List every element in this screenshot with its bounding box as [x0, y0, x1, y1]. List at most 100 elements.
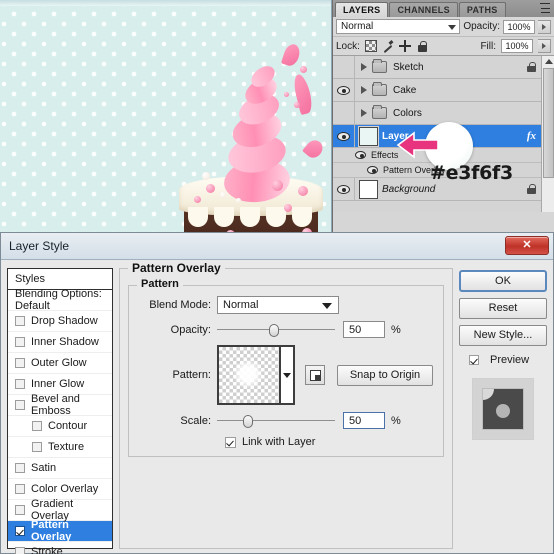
pattern-picker-dropdown[interactable] [281, 345, 295, 405]
new-pattern-preset-button[interactable] [305, 365, 325, 385]
link-with-layer-row[interactable]: Link with Layer [225, 436, 433, 448]
style-item-stroke[interactable]: Stroke [8, 542, 112, 554]
dialog-titlebar[interactable]: Layer Style ✕ [1, 233, 553, 260]
folder-icon [372, 59, 387, 73]
style-checkbox[interactable] [15, 484, 25, 494]
close-button[interactable]: ✕ [505, 236, 549, 255]
style-checkbox[interactable] [15, 463, 25, 473]
style-checkbox[interactable] [15, 547, 25, 554]
layer-name: Background [382, 183, 436, 195]
opacity-stepper[interactable] [538, 19, 551, 34]
style-item-blending-options[interactable]: Blending Options: Default [8, 288, 112, 312]
layer-row[interactable]: Cake [333, 79, 554, 102]
blend-mode-select[interactable]: Normal [336, 19, 461, 34]
style-item-drop-shadow[interactable]: Drop Shadow [8, 311, 112, 332]
preview-row[interactable]: Preview [459, 354, 547, 366]
tab-layers[interactable]: LAYERS [335, 2, 389, 17]
reset-button[interactable]: Reset [459, 298, 547, 319]
style-item-pattern-overlay[interactable]: Pattern Overlay [8, 519, 112, 543]
style-checkbox[interactable] [32, 421, 42, 431]
lock-all-icon[interactable] [416, 40, 428, 52]
style-item-bevel-and-emboss[interactable]: Bevel and Emboss [8, 393, 112, 417]
frosting-splash [280, 42, 303, 68]
style-checkbox[interactable] [15, 505, 25, 515]
style-item-texture[interactable]: Texture [8, 437, 112, 458]
fill-label: Fill: [480, 40, 496, 52]
layer-row[interactable]: Sketch [333, 56, 554, 79]
opacity-slider[interactable] [217, 323, 335, 337]
decor-dot [220, 192, 226, 198]
chevron-right-icon[interactable] [361, 109, 367, 117]
panel-menu-icon[interactable] [538, 3, 550, 13]
styles-list[interactable]: Styles Blending Options: Default Drop Sh… [7, 268, 113, 554]
style-checkbox[interactable] [15, 358, 25, 368]
document-canvas[interactable] [0, 0, 332, 232]
blend-mode-row: Normal Opacity: 100% [333, 17, 554, 37]
layer-thumbnail[interactable] [358, 125, 379, 147]
ok-button[interactable]: OK [459, 270, 547, 292]
opacity-input[interactable]: 100% [503, 19, 535, 34]
frosting-splash [302, 136, 326, 162]
folder-icon [372, 105, 387, 119]
tab-channels[interactable]: CHANNELS [389, 2, 458, 17]
style-item-inner-shadow[interactable]: Inner Shadow [8, 332, 112, 353]
blend-mode-select[interactable]: Normal [217, 296, 339, 314]
layer-visibility-toggle[interactable] [333, 125, 355, 147]
eye-icon[interactable] [355, 151, 366, 159]
chevron-right-icon[interactable] [361, 86, 367, 94]
style-checkbox[interactable] [32, 442, 42, 452]
fill-stepper[interactable] [538, 39, 551, 53]
decor-dot [300, 66, 307, 73]
style-item-color-overlay[interactable]: Color Overlay [8, 479, 112, 500]
pattern-row: Pattern: Snap to Origin [139, 345, 433, 405]
lock-icon [527, 62, 536, 72]
fill-input[interactable]: 100% [501, 39, 533, 53]
style-item-outer-glow[interactable]: Outer Glow [8, 353, 112, 374]
new-style-button[interactable]: New Style... [459, 325, 547, 346]
layers-scrollbar[interactable] [541, 56, 554, 212]
slider-knob[interactable] [269, 323, 279, 337]
pattern-preview-swatch[interactable] [217, 345, 281, 405]
tab-paths[interactable]: PATHS [458, 2, 506, 17]
scale-slider[interactable] [217, 414, 335, 428]
decor-dot [284, 92, 289, 97]
slider-knob[interactable] [243, 414, 253, 428]
opacity-input[interactable]: 50 [343, 321, 385, 338]
fx-icon[interactable]: fx [527, 130, 536, 142]
layer-visibility-toggle[interactable] [333, 79, 355, 101]
scale-label: Scale: [180, 414, 211, 427]
blend-mode-value: Normal [223, 299, 259, 311]
style-item-inner-glow[interactable]: Inner Glow [8, 374, 112, 395]
scale-input[interactable]: 50 [343, 412, 385, 429]
link-with-layer-checkbox[interactable] [225, 436, 236, 448]
lock-position-icon[interactable] [398, 40, 411, 52]
style-item-satin[interactable]: Satin [8, 458, 112, 479]
opacity-label: Opacity: [463, 21, 500, 32]
layer-visibility-toggle[interactable] [333, 178, 355, 200]
style-preview [472, 378, 534, 440]
style-checkbox[interactable] [15, 526, 25, 536]
scroll-up-icon[interactable] [545, 59, 553, 64]
chevron-right-icon[interactable] [361, 63, 367, 71]
layer-style-dialog: Layer Style ✕ Styles Blending Options: D… [0, 232, 554, 554]
snap-to-origin-button[interactable]: Snap to Origin [337, 364, 433, 386]
layer-visibility-toggle[interactable] [333, 102, 355, 124]
layer-visibility-toggle[interactable] [333, 56, 355, 78]
frosting-drip [214, 207, 234, 227]
style-checkbox[interactable] [15, 379, 25, 389]
lock-image-pixels-icon[interactable] [382, 40, 394, 52]
style-checkbox[interactable] [15, 316, 25, 326]
decor-dot [202, 172, 210, 180]
style-checkbox[interactable] [15, 400, 25, 410]
layer-thumbnail[interactable] [358, 178, 379, 200]
style-checkbox[interactable] [15, 337, 25, 347]
folder-icon [372, 82, 387, 96]
style-item-contour[interactable]: Contour [8, 416, 112, 437]
eye-icon[interactable] [367, 166, 378, 174]
styles-column: Styles Blending Options: Default Drop Sh… [7, 268, 113, 554]
scrollbar-thumb[interactable] [543, 68, 554, 178]
style-item-gradient-overlay[interactable]: Gradient Overlay [8, 498, 112, 522]
style-item-label: Pattern Overlay [31, 519, 72, 543]
preview-checkbox[interactable] [469, 355, 479, 365]
lock-transparent-pixels-icon[interactable] [364, 40, 377, 52]
